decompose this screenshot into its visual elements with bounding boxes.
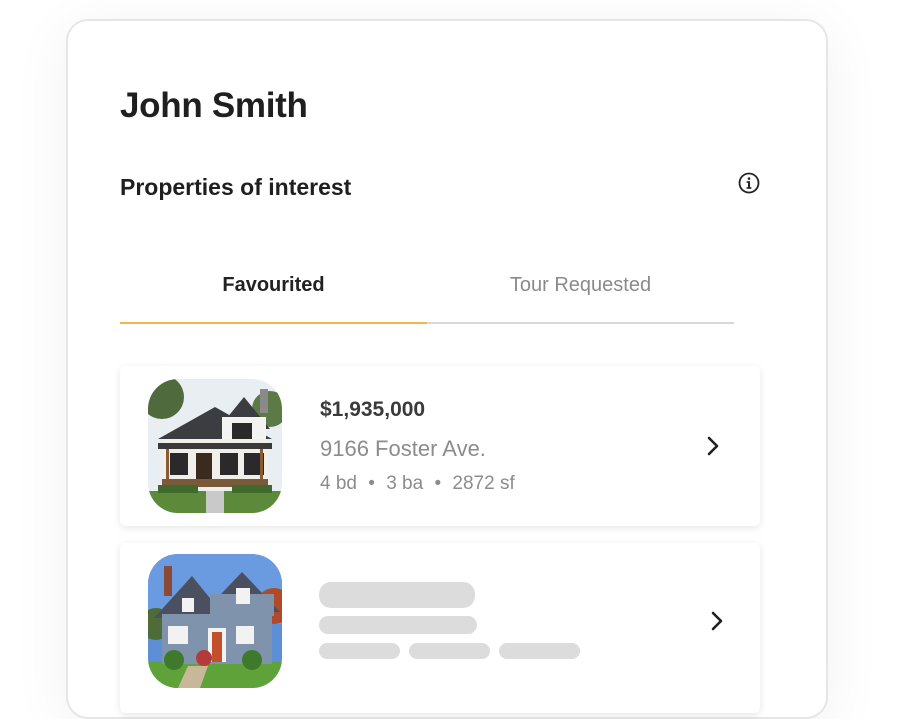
loading-placeholder	[319, 582, 475, 608]
page-title: John Smith	[120, 86, 308, 125]
property-card[interactable]: $1,935,000 9166 Foster Ave. 4 bd • 3 ba …	[120, 366, 760, 526]
tab-favourited[interactable]: Favourited	[120, 260, 427, 324]
spec-separator: •	[368, 473, 375, 494]
chevron-right-icon[interactable]	[704, 435, 722, 457]
loading-placeholder	[409, 643, 490, 659]
loading-placeholder	[319, 643, 400, 659]
property-area: 2872 sf	[452, 473, 515, 494]
tab-favourited-label: Favourited	[222, 274, 325, 296]
property-image	[148, 554, 282, 688]
property-card-loading[interactable]	[120, 543, 760, 713]
chevron-right-icon[interactable]	[708, 610, 726, 632]
loading-placeholder	[319, 616, 477, 634]
property-baths: 3 ba	[386, 473, 424, 494]
tab-bar: Favourited Tour Requested	[120, 260, 734, 324]
section-title: Properties of interest	[120, 174, 352, 200]
property-specs: 4 bd • 3 ba • 2872 sf	[320, 473, 515, 495]
property-price: $1,935,000	[320, 398, 426, 421]
spec-separator: •	[434, 473, 442, 494]
tab-tour-requested-label: Tour Requested	[509, 274, 652, 296]
info-icon[interactable]	[738, 172, 760, 194]
property-beds: 4 bd	[320, 473, 357, 494]
property-address: 9166 Foster Ave.	[320, 436, 486, 461]
tab-tour-requested[interactable]: Tour Requested	[427, 260, 734, 322]
loading-placeholder	[499, 643, 580, 659]
property-image	[148, 379, 282, 513]
active-tab-indicator	[120, 322, 427, 324]
